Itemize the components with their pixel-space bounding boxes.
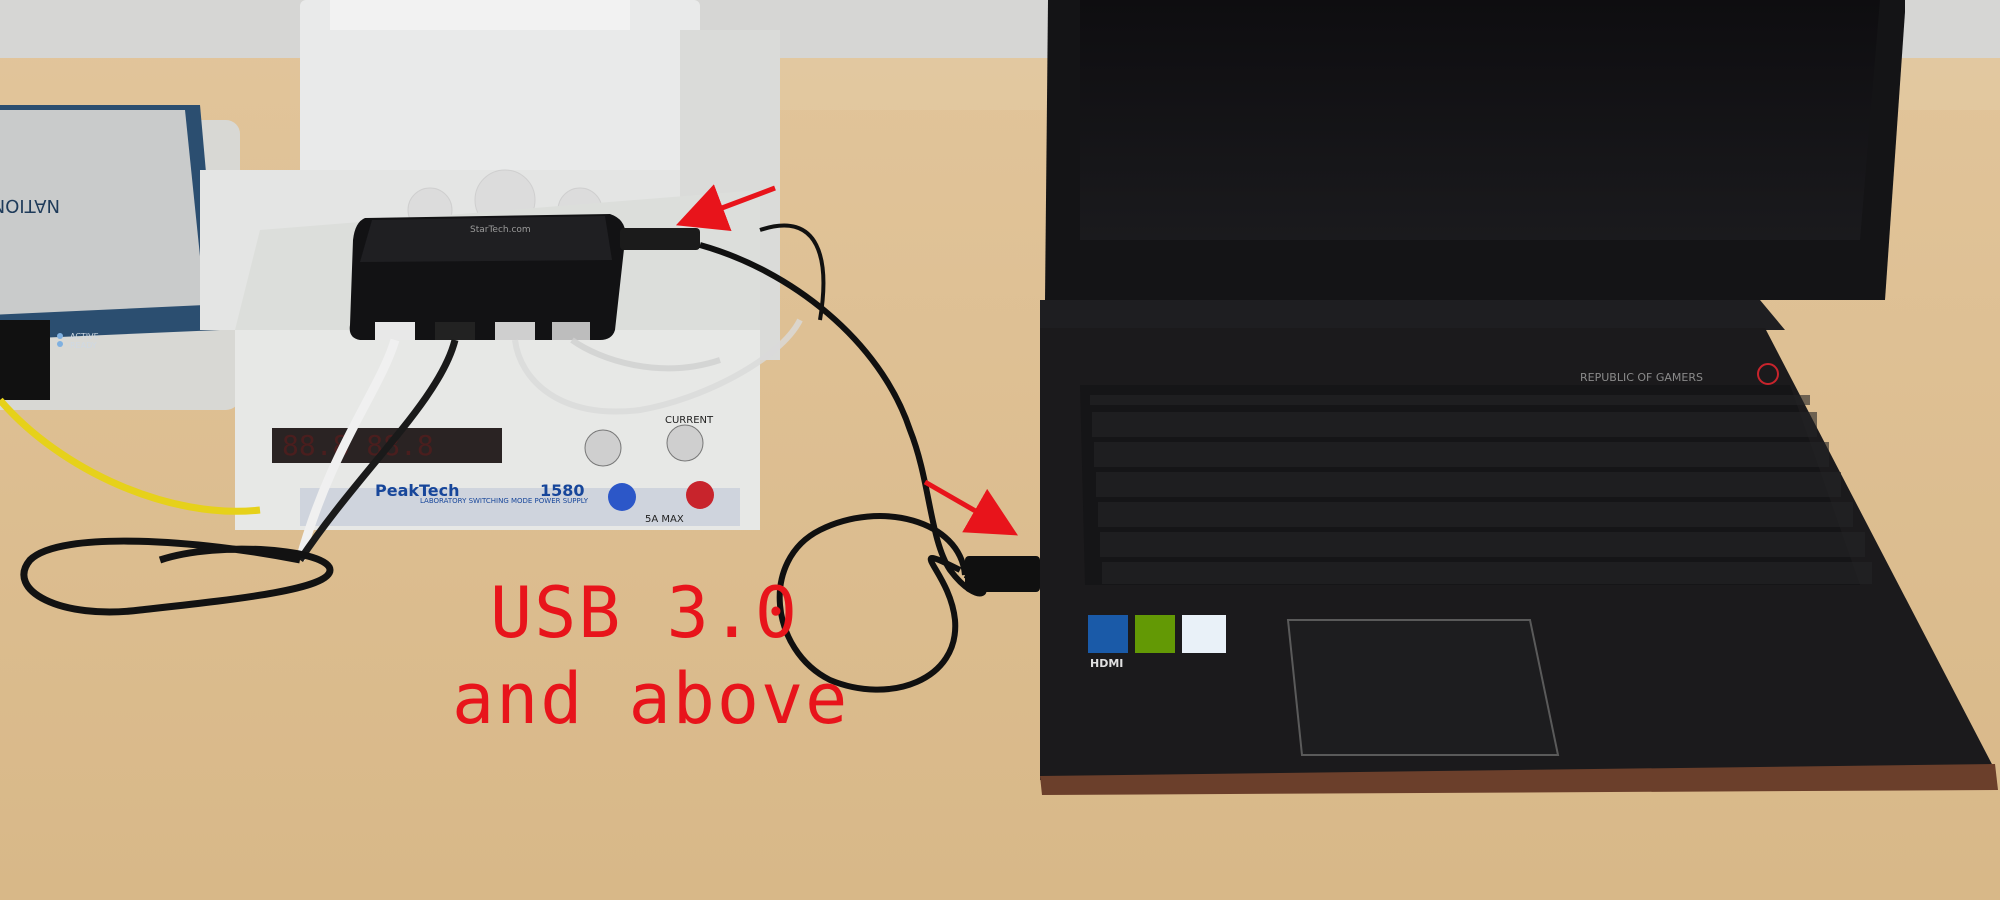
hub-brand: StarTech.com [470,225,531,235]
ni-active-label: ACTIVE [70,332,99,341]
caption-line-2: and above [452,658,850,740]
ni-ready-label: READY [70,341,97,350]
psu-desc: LABORATORY SWITCHING MODE POWER SUPPLY [420,497,589,505]
psu-max-label: 5A MAX [645,514,684,525]
psu-current-label: CURRENT [665,415,714,426]
caption-line-1: USB 3.0 [490,572,800,654]
laptop-screen [1080,0,1880,240]
touchpad [1286,619,1560,756]
photo-scene: NATIONAL INSTRUMENTS ACTIVE READY 88.8 8… [0,0,2000,900]
hdmi-logo-text: HDMI [1090,657,1123,670]
laptop-brand: REPUBLIC OF GAMERS [1580,371,1703,384]
ni-logo-text: NATIONAL INSTRUMENTS [0,195,60,216]
svg-text:88.8 88.8: 88.8 88.8 [282,429,434,462]
